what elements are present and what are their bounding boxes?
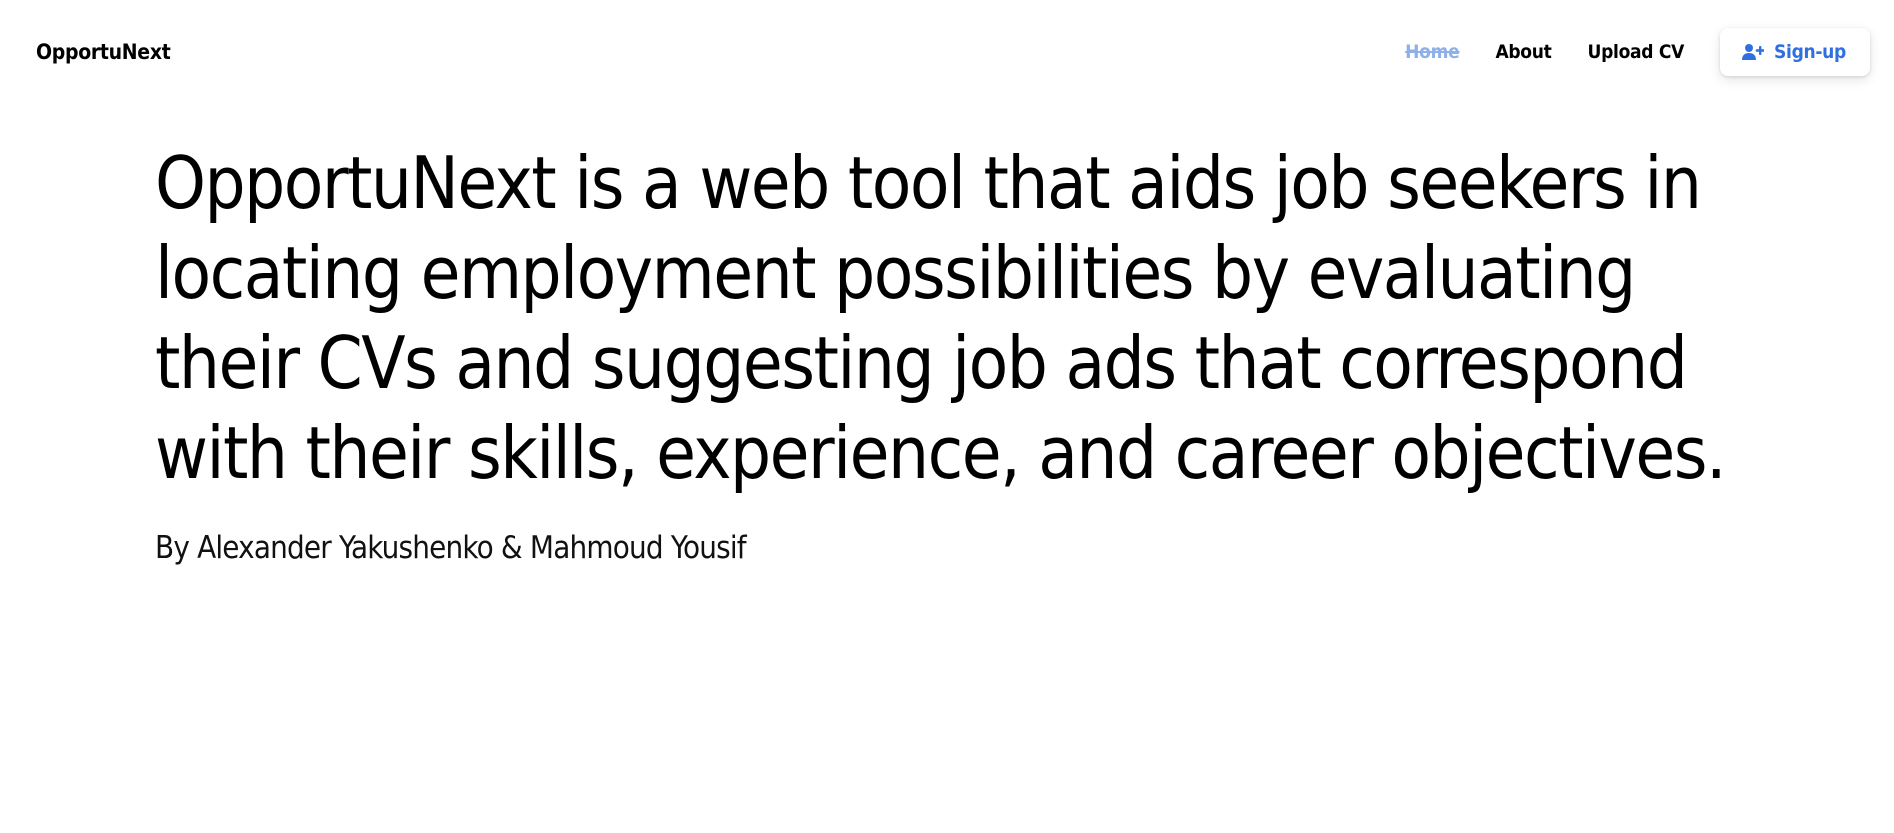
nav-link-upload-cv[interactable]: Upload CV xyxy=(1588,41,1685,63)
hero-title: OpportuNext is a web tool that aids job … xyxy=(155,141,1727,495)
signup-button-label: Sign-up xyxy=(1774,41,1846,63)
brand-logo-link[interactable]: OpportuNext xyxy=(36,38,171,66)
top-navbar: OpportuNext Home About Upload CV Sign-up xyxy=(0,0,1894,104)
signup-button[interactable]: Sign-up xyxy=(1720,28,1870,76)
nav-link-home[interactable]: Home xyxy=(1405,41,1460,63)
user-plus-icon xyxy=(1742,44,1765,60)
hero-section: OpportuNext is a web tool that aids job … xyxy=(155,138,1755,570)
nav-link-about[interactable]: About xyxy=(1495,41,1551,63)
hero-byline: By Alexander Yakushenko & Mahmoud Yousif xyxy=(155,530,747,566)
nav-links: Home About Upload CV Sign-up xyxy=(1405,28,1870,76)
